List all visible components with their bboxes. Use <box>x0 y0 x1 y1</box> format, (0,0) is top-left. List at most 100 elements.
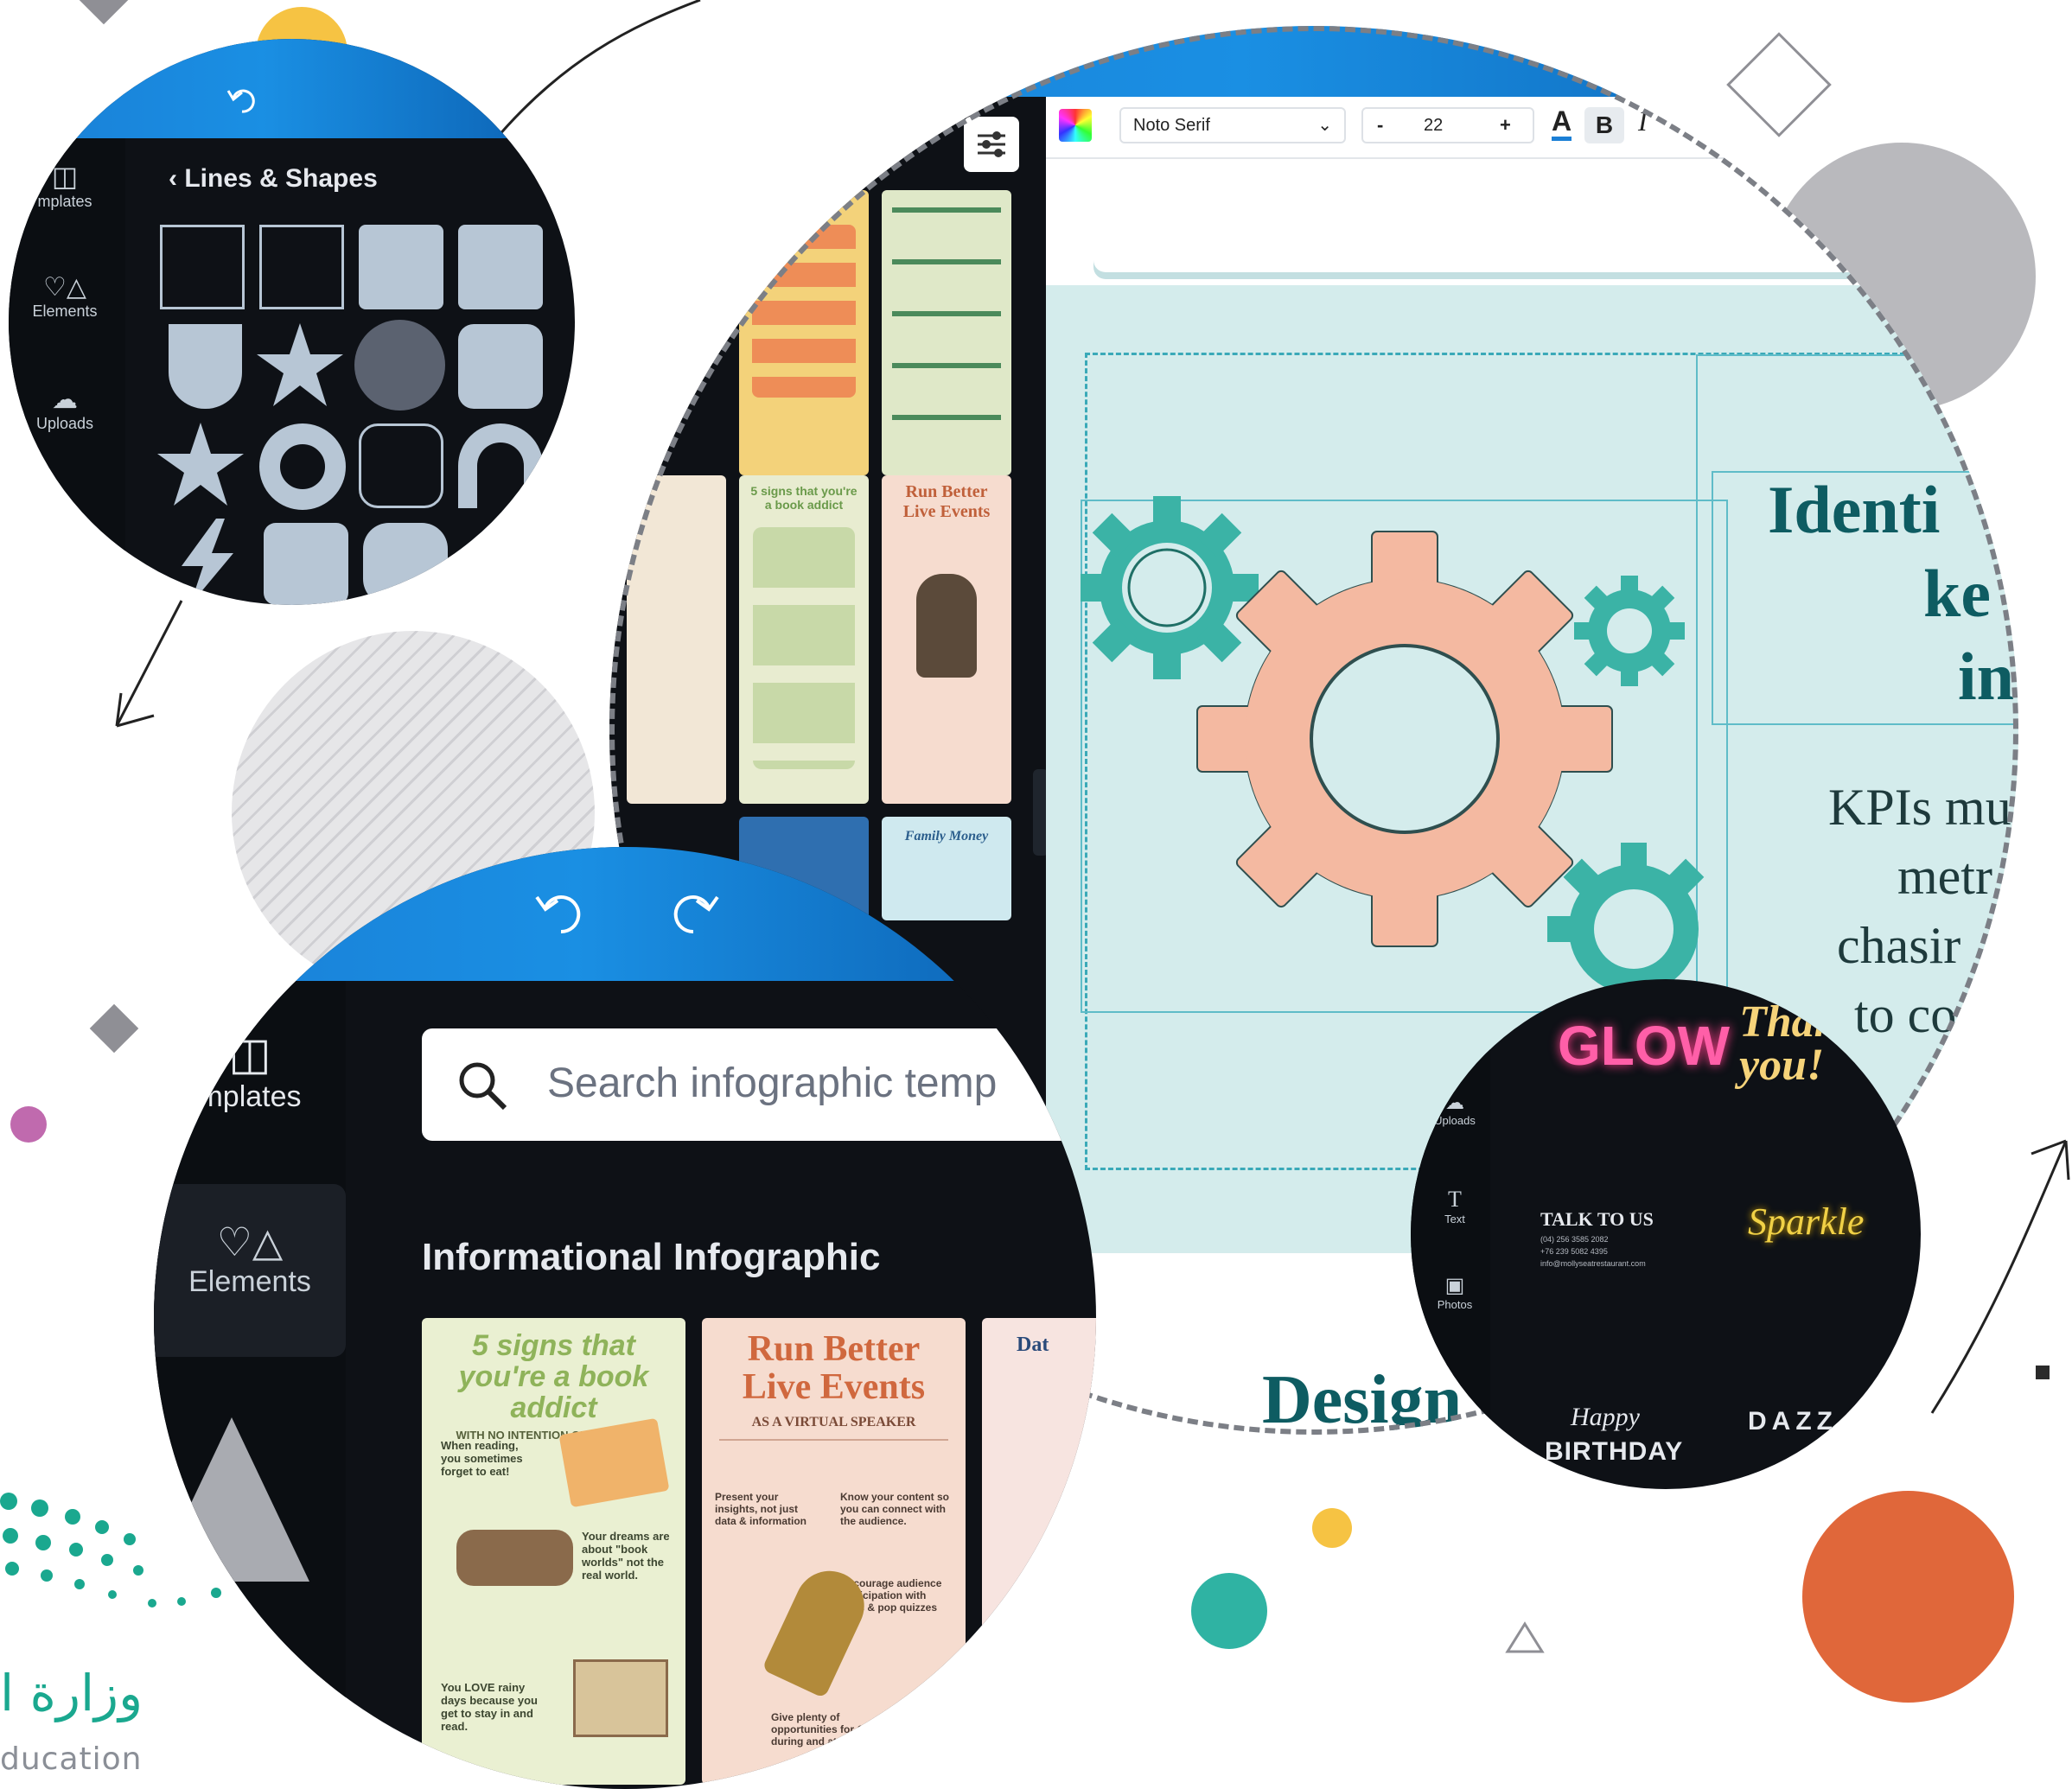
peach-gear-icon <box>1196 531 1613 947</box>
heading-line-2[interactable]: ke <box>1923 555 1991 633</box>
editor-top-bar <box>609 26 2018 97</box>
card-2-subtitle: AS A VIRTUAL SPEAKER <box>719 1406 948 1441</box>
canvas-top-card <box>1093 173 2018 272</box>
shape-arch[interactable] <box>458 423 543 508</box>
lines-shapes-circle: ◫ mplates ♡△ Elements ☁ Uploads ‹ Lines … <box>9 39 575 605</box>
heading-line-3[interactable]: in <box>1958 638 2014 716</box>
style-dazzle[interactable]: DAZZ <box>1748 1407 1838 1436</box>
gears-illustration[interactable] <box>1081 493 1737 1011</box>
sidebar-text[interactable]: T Text <box>1419 1187 1490 1226</box>
deco-teal-dot <box>1191 1573 1267 1649</box>
style-birthday[interactable]: BIRTHDAY <box>1545 1437 1683 1467</box>
star-icon[interactable] <box>255 320 346 411</box>
down-arrow-icon <box>115 600 183 728</box>
ministry-logo-english: ducation <box>0 1741 143 1777</box>
deco-purple-dot <box>10 1106 47 1143</box>
style-glow[interactable]: GLOW <box>1558 1014 1730 1078</box>
card-1-title: 5 signs that you're a book addict <box>458 1329 649 1424</box>
body-line-4[interactable]: to co <box>1854 985 1956 1045</box>
deco-diamond-mid-left <box>89 1003 139 1054</box>
shape-rounded-square-3[interactable] <box>458 324 543 409</box>
templates-top-bar <box>154 847 1096 981</box>
template-card-book-addict[interactable]: 5 signs that you're a book addict WITH N… <box>422 1318 685 1785</box>
deco-yellow-small-dot <box>1312 1508 1352 1548</box>
shape-rounded-square-2[interactable] <box>458 225 543 309</box>
sidebar-uploads-label: Uploads <box>35 415 94 432</box>
sidebar-elements[interactable]: ♡△ Elements <box>9 272 121 321</box>
templates-icon: ◫ <box>228 1029 271 1079</box>
sidebar-photos[interactable]: ▣ Photos <box>1419 1273 1490 1311</box>
thumb-orange[interactable] <box>739 190 869 475</box>
font-size-input[interactable]: 22 <box>1424 116 1443 136</box>
text-icon: T <box>1448 1187 1462 1212</box>
sidebar-templates[interactable]: ◫ mplates <box>9 160 121 211</box>
templates-icon: ◫ <box>51 161 79 192</box>
photos-icon: ▣ <box>1444 1274 1465 1297</box>
shape-square-outline[interactable] <box>160 225 245 309</box>
lightning-icon[interactable] <box>164 519 251 605</box>
card-2-title: Run Better Live Events <box>742 1329 926 1407</box>
undo-icon[interactable] <box>225 82 259 117</box>
filter-icon[interactable] <box>964 117 1019 172</box>
decrease-size-button[interactable]: - <box>1377 114 1383 137</box>
redo-icon[interactable] <box>664 882 724 942</box>
thumb-book-addict[interactable]: 5 signs that you're a book addict <box>739 475 869 804</box>
talk-line-3: info@mollyseatrestaurant.com <box>1540 1259 1646 1268</box>
teal-gear-small-icon <box>1574 576 1685 686</box>
style-sparkle[interactable]: Sparkle <box>1748 1200 1864 1244</box>
sidebar-elements-label: Elements <box>32 302 98 320</box>
shape-rounded-square[interactable] <box>359 225 443 309</box>
style-talk-to-us[interactable]: TALK TO US <box>1540 1208 1654 1231</box>
bold-button[interactable]: B <box>1584 107 1624 143</box>
sidebar-uploads[interactable]: ☁ Uploads <box>1419 1092 1490 1127</box>
deco-orange-dot <box>1802 1491 2014 1703</box>
shape-shield[interactable] <box>169 324 242 409</box>
text-color-button[interactable]: A <box>1552 105 1572 141</box>
template-card-data[interactable]: Dat <box>982 1318 1096 1785</box>
teal-gear-left-icon <box>1081 496 1259 679</box>
italic-button[interactable]: I <box>1638 105 1648 137</box>
search-box[interactable]: Search infographic temp <box>422 1028 1096 1141</box>
body-line-1[interactable]: KPIs mu <box>1828 778 2011 837</box>
shape-circle-dotted[interactable] <box>354 320 445 411</box>
sidebar-templates[interactable]: ◫ mplates <box>154 1028 346 1114</box>
style-happy[interactable]: Happy <box>1571 1403 1640 1432</box>
shape-ticket[interactable] <box>264 523 348 605</box>
shape-octagon-outline[interactable] <box>359 423 443 508</box>
thumb-plant[interactable] <box>882 190 1011 475</box>
templates-circle: ◫ mplates ♡△ Elements Search infographic… <box>154 847 1096 1789</box>
card-1-text-3: You LOVE rainy days because you get to s… <box>441 1681 538 1733</box>
body-line-3[interactable]: chasir <box>1837 916 1960 976</box>
back-link[interactable]: ‹ Lines & Shapes <box>169 164 378 194</box>
deco-diamond-top-left <box>79 0 129 25</box>
thumb-left-partial[interactable] <box>627 475 726 804</box>
section-title: Informational Infographic <box>422 1236 881 1278</box>
undo-icon[interactable] <box>530 882 590 942</box>
thumb-run-title-2: Live Events <box>902 502 991 521</box>
style-thank-you[interactable]: Thank you! <box>1739 1000 1862 1088</box>
thumb-run-better[interactable]: Run Better Live Events <box>882 475 1011 804</box>
shape-ring[interactable] <box>259 423 346 510</box>
talk-line-1: (04) 256 3585 2082 <box>1540 1235 1609 1244</box>
shape-wavy[interactable] <box>363 523 448 605</box>
deco-gray-triangle <box>154 1417 309 1582</box>
color-picker-icon[interactable] <box>1059 109 1092 142</box>
star-icon-2[interactable] <box>156 419 246 510</box>
font-select[interactable]: Noto Serif ⌄ <box>1119 107 1346 143</box>
thumb-book-title: 5 signs that you're <box>750 484 857 498</box>
ministry-logo-arabic: وزارة ا <box>0 1664 143 1722</box>
text-styles-sidebar <box>1411 979 1490 1489</box>
text-styles-circle: ☁ Uploads T Text ▣ Photos GLOW Thank you… <box>1411 979 1921 1489</box>
shape-square-outline-2[interactable] <box>259 225 344 309</box>
increase-size-button[interactable]: + <box>1500 114 1511 137</box>
sidebar-photos-label: Photos <box>1437 1298 1473 1311</box>
heading-line-1[interactable]: Identi <box>1768 471 1940 549</box>
template-card-run-better[interactable]: Run Better Live Events AS A VIRTUAL SPEA… <box>702 1318 966 1785</box>
reader-icon <box>456 1530 573 1586</box>
elements-icon: ♡△ <box>216 1219 284 1264</box>
sidebar-elements[interactable]: ♡△ Elements <box>154 1219 346 1299</box>
lines-shapes-top-bar <box>9 39 575 138</box>
sidebar-uploads[interactable]: ☁ Uploads <box>9 385 121 433</box>
body-line-2[interactable]: metr <box>1897 847 1992 907</box>
search-input[interactable]: Search infographic temp <box>547 1060 997 1107</box>
